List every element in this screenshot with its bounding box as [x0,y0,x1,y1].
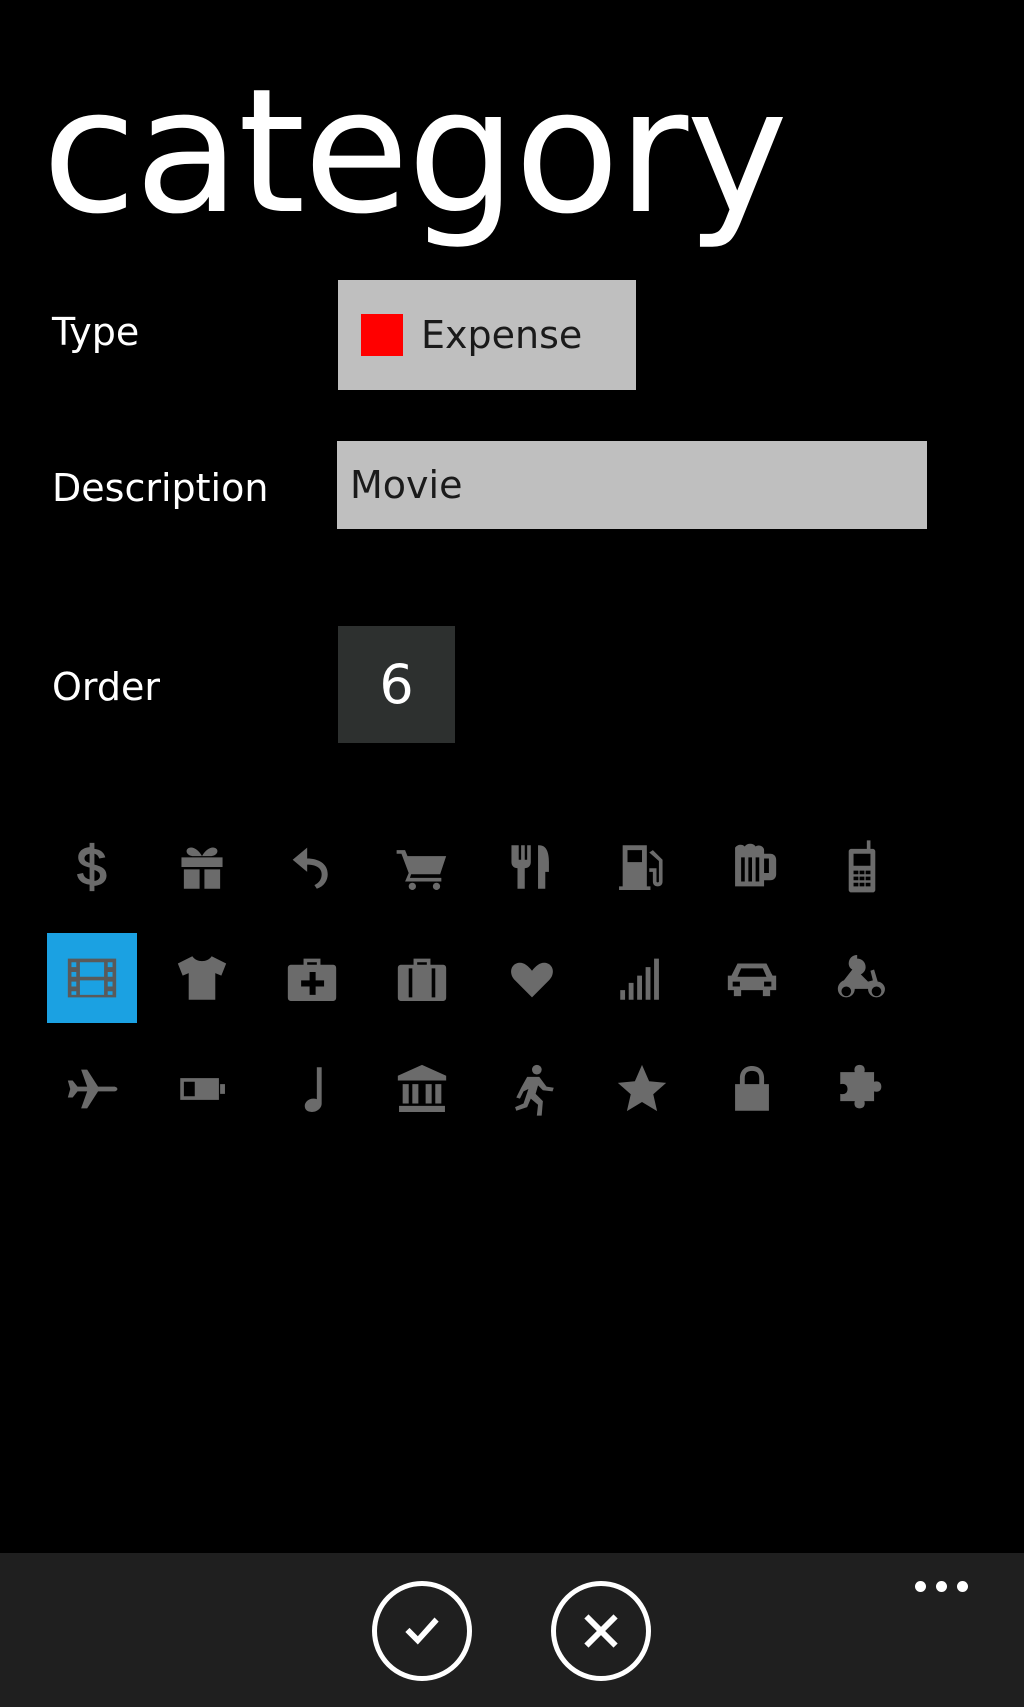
car-icon[interactable] [707,933,797,1023]
scooter-icon[interactable] [817,933,907,1023]
gift-icon[interactable] [157,822,247,912]
close-icon [584,1614,618,1648]
dot [957,1581,968,1592]
medical-kit-icon[interactable] [267,933,357,1023]
description-label: Description [52,466,269,510]
bank-icon[interactable] [377,1044,467,1134]
airplane-icon[interactable] [47,1044,137,1134]
save-button[interactable] [372,1581,472,1681]
beer-mug-icon[interactable] [707,822,797,912]
page-title: category [42,51,788,252]
category-icon-grid [47,822,927,1134]
briefcase-icon[interactable] [377,933,467,1023]
type-value: Expense [421,313,583,357]
description-input[interactable] [337,441,927,529]
music-note-icon[interactable] [267,1044,357,1134]
signal-bars-icon[interactable] [597,933,687,1023]
application-bar [0,1553,1024,1707]
dollar-icon[interactable] [47,822,137,912]
dot [915,1581,926,1592]
type-color-swatch [361,314,403,356]
fuel-pump-icon[interactable] [597,822,687,912]
more-options-icon[interactable] [909,1575,974,1598]
mobile-phone-icon[interactable] [817,822,907,912]
cancel-button[interactable] [551,1581,651,1681]
puzzle-icon[interactable] [817,1044,907,1134]
type-picker[interactable]: Expense [338,280,636,390]
runner-icon[interactable] [487,1044,577,1134]
check-icon [405,1617,439,1645]
fork-knife-icon[interactable] [487,822,577,912]
dot [936,1581,947,1592]
order-picker[interactable]: 6 [338,626,455,743]
tshirt-icon[interactable] [157,933,247,1023]
film-icon[interactable] [47,933,137,1023]
type-label: Type [52,310,140,354]
star-icon[interactable] [597,1044,687,1134]
order-label: Order [52,665,160,709]
undo-icon[interactable] [267,822,357,912]
cart-icon[interactable] [377,822,467,912]
lock-icon[interactable] [707,1044,797,1134]
heart-icon[interactable] [487,933,577,1023]
battery-icon[interactable] [157,1044,247,1134]
